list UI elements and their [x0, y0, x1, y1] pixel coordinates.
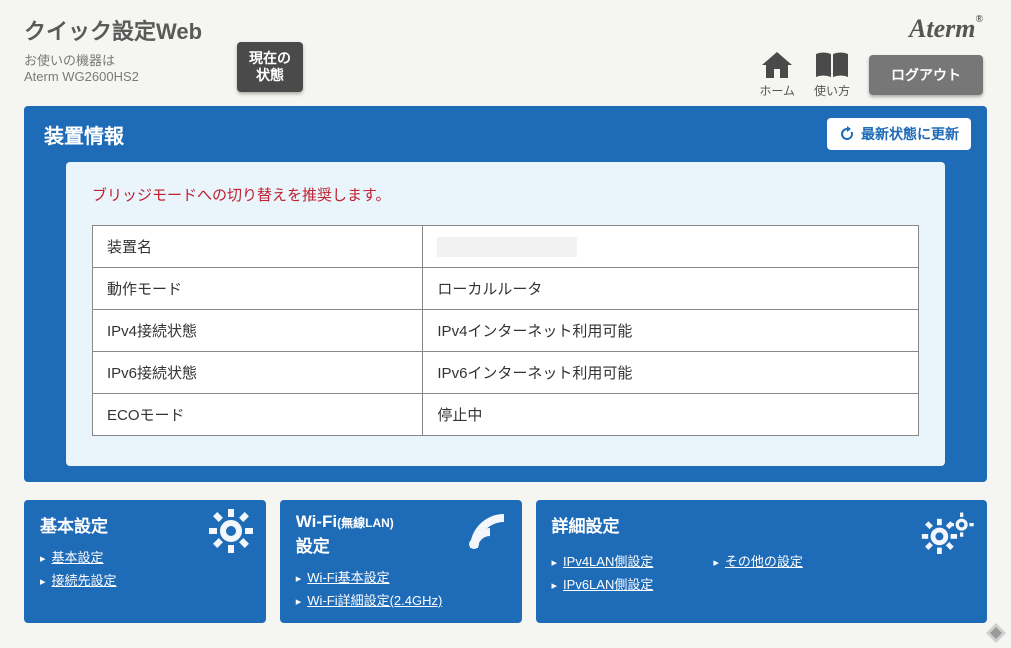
link-ipv4-lan[interactable]: IPv4LAN側設定 — [563, 554, 653, 569]
row-label: IPv4接続状態 — [93, 310, 423, 352]
device-info-table: 装置名 動作モード ローカルルータ IPv4接続状態 IPv4インターネット利用… — [92, 225, 919, 436]
corner-badge-icon — [985, 622, 1007, 644]
header-nav: ホーム 使い方 ログアウト — [759, 50, 983, 99]
redacted-value — [437, 237, 577, 257]
table-row: ECOモード 停止中 — [93, 394, 919, 436]
row-label: IPv6接続状態 — [93, 352, 423, 394]
nav-home[interactable]: ホーム — [759, 50, 795, 99]
brand-logo: Aterm — [909, 14, 983, 44]
advanced-settings-card: 詳細設定 IPv4LAN側設定 IPv6LAN側設定 その他の設定 — [536, 500, 988, 623]
page-header: クイック設定Web お使いの機器は Aterm WG2600HS2 現在の 状態… — [0, 0, 1011, 94]
link-list: Wi-Fi基本設定 Wi-Fi詳細設定(2.4GHz) — [296, 567, 506, 609]
link-list: その他の設定 — [713, 547, 803, 597]
list-item: Wi-Fi基本設定 — [296, 567, 506, 586]
table-row: IPv6接続状態 IPv6インターネット利用可能 — [93, 352, 919, 394]
link-other-settings[interactable]: その他の設定 — [725, 554, 803, 569]
row-label: 装置名 — [93, 226, 423, 268]
row-value: IPv4インターネット利用可能 — [423, 310, 919, 352]
row-value: IPv6インターネット利用可能 — [423, 352, 919, 394]
page-title: クイック設定Web — [24, 14, 987, 46]
wifi-icon — [464, 508, 510, 554]
list-item: IPv6LAN側設定 — [552, 574, 654, 593]
settings-cards-row: 基本設定 基本設定 接続先設定 Wi-Fi(無線LAN) 設定 Wi-Fi基本設… — [24, 500, 987, 623]
table-row: IPv4接続状態 IPv4インターネット利用可能 — [93, 310, 919, 352]
gear-icon — [208, 508, 254, 554]
row-value: ローカルルータ — [423, 268, 919, 310]
link-basic-settings[interactable]: 基本設定 — [52, 550, 104, 565]
row-label: ECOモード — [93, 394, 423, 436]
link-connection-settings[interactable]: 接続先設定 — [52, 573, 117, 588]
row-value — [423, 226, 919, 268]
logout-button[interactable]: ログアウト — [869, 55, 983, 95]
current-status-button[interactable]: 現在の 状態 — [237, 42, 303, 92]
panel-body: ブリッジモードへの切り替えを推奨します。 装置名 動作モード ローカルルータ I… — [66, 162, 945, 466]
refresh-icon — [839, 126, 855, 142]
refresh-button[interactable]: 最新状態に更新 — [827, 118, 971, 150]
link-list: IPv4LAN側設定 IPv6LAN側設定 — [552, 547, 654, 597]
bridge-mode-notice: ブリッジモードへの切り替えを推奨します。 — [92, 184, 919, 205]
panel-header: 装置情報 最新状態に更新 — [24, 106, 987, 162]
link-ipv6-lan[interactable]: IPv6LAN側設定 — [563, 577, 653, 592]
link-columns: IPv4LAN側設定 IPv6LAN側設定 その他の設定 — [552, 547, 972, 597]
wifi-settings-card: Wi-Fi(無線LAN) 設定 Wi-Fi基本設定 Wi-Fi詳細設定(2.4G… — [280, 500, 522, 623]
gears-icon — [919, 508, 975, 554]
card-title: 詳細設定 — [552, 512, 972, 537]
list-item: その他の設定 — [713, 551, 803, 570]
row-value: 停止中 — [423, 394, 919, 436]
basic-settings-card: 基本設定 基本設定 接続先設定 — [24, 500, 266, 623]
book-icon — [813, 50, 851, 80]
list-item: IPv4LAN側設定 — [552, 551, 654, 570]
row-label: 動作モード — [93, 268, 423, 310]
nav-howto[interactable]: 使い方 — [813, 50, 851, 99]
panel-title: 装置情報 — [44, 120, 124, 149]
table-row: 動作モード ローカルルータ — [93, 268, 919, 310]
list-item: Wi-Fi詳細設定(2.4GHz) — [296, 590, 506, 609]
link-wifi-detail-24[interactable]: Wi-Fi詳細設定(2.4GHz) — [307, 593, 442, 608]
device-info-panel: 装置情報 最新状態に更新 ブリッジモードへの切り替えを推奨します。 装置名 動作… — [24, 106, 987, 482]
list-item: 接続先設定 — [40, 570, 250, 589]
link-wifi-basic[interactable]: Wi-Fi基本設定 — [307, 570, 389, 585]
home-icon — [760, 50, 794, 80]
table-row: 装置名 — [93, 226, 919, 268]
